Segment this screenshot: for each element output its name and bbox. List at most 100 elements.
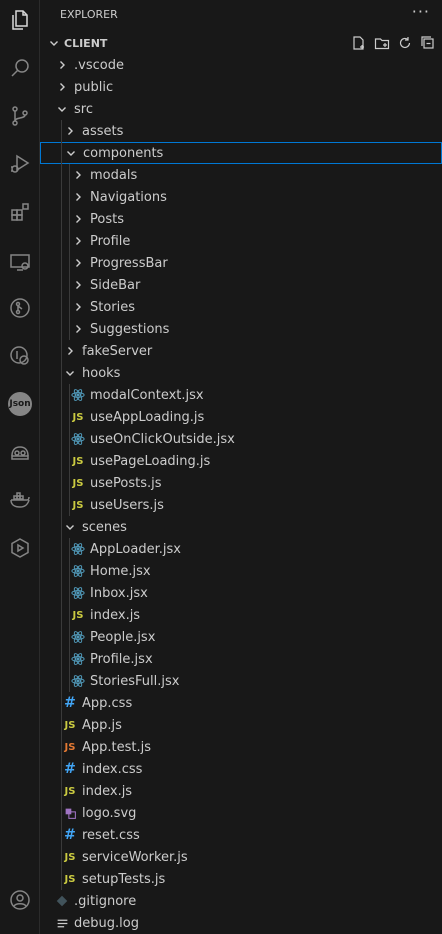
file-item[interactable]: JS serviceWorker.js: [40, 846, 442, 868]
chevron-right-icon: [70, 167, 86, 183]
remote-explorer-icon[interactable]: [0, 242, 40, 282]
folder-item[interactable]: public: [40, 76, 442, 98]
folder-item[interactable]: assets: [40, 120, 442, 142]
tree-item-label: reset.css: [82, 827, 140, 843]
more-actions-icon[interactable]: ···: [412, 2, 430, 21]
file-item[interactable]: useOnClickOutside.jsx: [40, 428, 442, 450]
file-item[interactable]: JS App.js: [40, 714, 442, 736]
folder-item[interactable]: Navigations: [40, 186, 442, 208]
collapse-all-icon[interactable]: [420, 35, 436, 55]
file-item[interactable]: JS index.js: [40, 780, 442, 802]
react-file-icon: [70, 431, 86, 447]
new-folder-icon[interactable]: [374, 35, 390, 55]
folder-item[interactable]: Stories: [40, 296, 442, 318]
tree-item-label: Stories: [90, 299, 136, 315]
tree-item-label: usePageLoading.js: [90, 453, 211, 469]
file-item[interactable]: JS useUsers.js: [40, 494, 442, 516]
live-share-icon[interactable]: [0, 528, 40, 568]
root-folder-header[interactable]: CLIENT: [40, 32, 442, 54]
javascript-file-icon: JS: [64, 785, 76, 797]
chevron-right-icon: [62, 123, 78, 139]
react-file-icon: [70, 387, 86, 403]
source-control-icon[interactable]: [0, 96, 40, 136]
chevron-down-icon: [63, 145, 79, 161]
extensions-icon[interactable]: [0, 192, 40, 232]
docker-icon[interactable]: [0, 480, 40, 520]
search-icon[interactable]: [0, 48, 40, 88]
indent-guide: [61, 120, 62, 890]
file-item[interactable]: Inbox.jsx: [40, 582, 442, 604]
tree-item-label: assets: [82, 123, 124, 139]
explorer-toolbar: [351, 35, 436, 55]
tree-item-label: index.css: [82, 761, 143, 777]
explorer-icon[interactable]: [0, 0, 40, 40]
react-file-icon: [70, 673, 86, 689]
file-item[interactable]: JS usePageLoading.js: [40, 450, 442, 472]
file-item[interactable]: Profile.jsx: [40, 648, 442, 670]
react-file-icon: [70, 629, 86, 645]
tree-item-label: setupTests.js: [82, 871, 166, 887]
file-item[interactable]: # index.css: [40, 758, 442, 780]
javascript-file-icon: JS: [64, 719, 76, 731]
file-item[interactable]: debug.log: [40, 912, 442, 934]
tree-item-label: modals: [90, 167, 138, 183]
folder-item[interactable]: scenes: [40, 516, 442, 538]
file-item[interactable]: StoriesFull.jsx: [40, 670, 442, 692]
json-badge: Json: [8, 392, 32, 416]
run-debug-icon[interactable]: [0, 144, 40, 184]
tree-item-label: useUsers.js: [90, 497, 164, 513]
tree-item-label: modalContext.jsx: [90, 387, 204, 403]
tree-item-label: SideBar: [90, 277, 141, 293]
indent-guide: [69, 538, 70, 692]
tree-item-label: Navigations: [90, 189, 167, 205]
folder-item[interactable]: fakeServer: [40, 340, 442, 362]
file-item[interactable]: Home.jsx: [40, 560, 442, 582]
file-item[interactable]: logo.svg: [40, 802, 442, 824]
root-folder-label: CLIENT: [64, 36, 108, 50]
chevron-down-icon: [62, 519, 78, 535]
folder-item[interactable]: src: [40, 98, 442, 120]
file-item[interactable]: JS usePosts.js: [40, 472, 442, 494]
file-item[interactable]: # App.css: [40, 692, 442, 714]
folder-item[interactable]: Profile: [40, 230, 442, 252]
tree-item-label: useAppLoading.js: [90, 409, 205, 425]
refresh-icon[interactable]: [397, 35, 413, 55]
new-file-icon[interactable]: [351, 35, 367, 55]
folder-item[interactable]: .vscode: [40, 54, 442, 76]
git-graph-icon[interactable]: [0, 288, 40, 328]
github-icon[interactable]: [0, 336, 40, 376]
chevron-right-icon: [70, 321, 86, 337]
tree-item-label: scenes: [82, 519, 127, 535]
account-icon[interactable]: [0, 880, 40, 920]
folder-item[interactable]: Suggestions: [40, 318, 442, 340]
javascript-file-icon: JS: [72, 477, 84, 489]
file-item[interactable]: JS setupTests.js: [40, 868, 442, 890]
folder-item[interactable]: Posts: [40, 208, 442, 230]
tree-item-label: logo.svg: [82, 805, 137, 821]
file-item[interactable]: JS useAppLoading.js: [40, 406, 442, 428]
file-item[interactable]: .gitignore: [40, 890, 442, 912]
chevron-right-icon: [62, 343, 78, 359]
file-item[interactable]: JS App.test.js: [40, 736, 442, 758]
file-item[interactable]: AppLoader.jsx: [40, 538, 442, 560]
file-item[interactable]: People.jsx: [40, 626, 442, 648]
css-file-icon: #: [64, 695, 76, 711]
folder-item[interactable]: SideBar: [40, 274, 442, 296]
file-item[interactable]: # reset.css: [40, 824, 442, 846]
tree-item-label: public: [74, 79, 114, 95]
chevron-down-icon: [54, 101, 70, 117]
chevron-right-icon: [70, 255, 86, 271]
copilot-icon[interactable]: [0, 432, 40, 472]
folder-item[interactable]: ProgressBar: [40, 252, 442, 274]
file-item[interactable]: JS index.js: [40, 604, 442, 626]
json-icon[interactable]: Json: [0, 384, 40, 424]
folder-item[interactable]: hooks: [40, 362, 442, 384]
file-item[interactable]: modalContext.jsx: [40, 384, 442, 406]
tree-item-label: .vscode: [74, 57, 124, 73]
tree-item-label: Suggestions: [90, 321, 170, 337]
folder-item[interactable]: components: [40, 142, 442, 164]
chevron-down-icon: [62, 365, 78, 381]
tree-item-label: hooks: [82, 365, 121, 381]
css-file-icon: #: [64, 761, 76, 777]
folder-item[interactable]: modals: [40, 164, 442, 186]
